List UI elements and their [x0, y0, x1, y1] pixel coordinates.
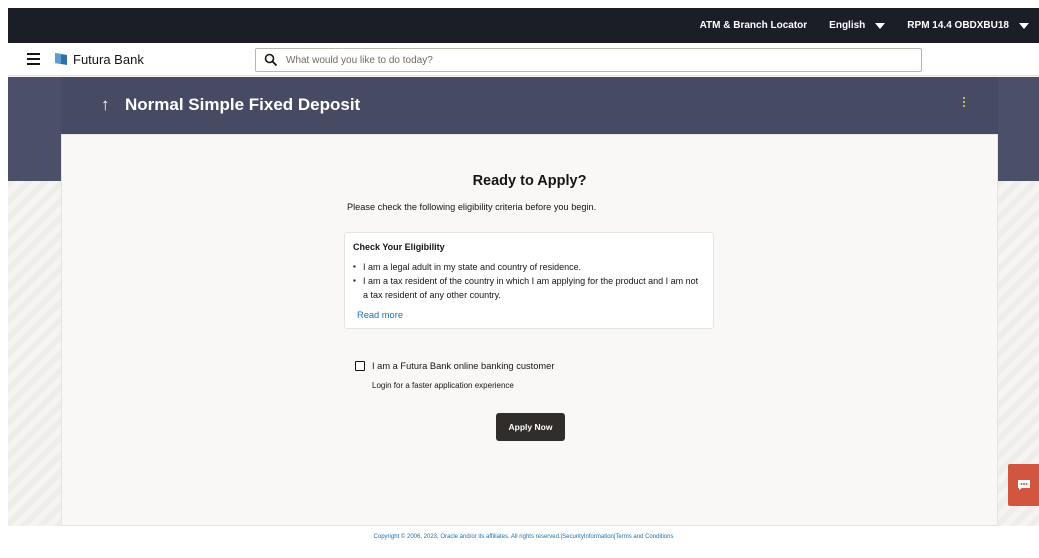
- atm-branch-locator-link[interactable]: ATM & Branch Locator: [700, 20, 808, 31]
- kebab-icon[interactable]: [962, 97, 966, 111]
- hamburger-icon[interactable]: [27, 53, 40, 65]
- footer: Copyright © 2006, 2023, Oracle and/or it…: [8, 526, 1039, 558]
- eligibility-item: I am a tax resident of the country in wh…: [353, 274, 703, 302]
- caret-down-icon: [1019, 22, 1029, 29]
- brand-name: Futura Bank: [73, 52, 144, 67]
- search-box[interactable]: [255, 48, 922, 72]
- login-hint: Login for a faster application experienc…: [372, 381, 514, 390]
- customer-checkbox[interactable]: [355, 361, 365, 371]
- top-bar: ATM & Branch Locator English RPM 14.4 OB…: [8, 8, 1039, 43]
- customer-checkbox-label[interactable]: I am a Futura Bank online banking custom…: [372, 361, 554, 371]
- left-texture: [8, 181, 61, 526]
- eligibility-title: Check Your Eligibility: [353, 242, 445, 252]
- caret-down-icon: [875, 22, 886, 29]
- apply-card: Ready to Apply? Please check the followi…: [61, 134, 998, 526]
- search-input[interactable]: [286, 54, 886, 66]
- eligibility-box: Check Your Eligibility I am a legal adul…: [344, 232, 714, 329]
- customer-checkbox-row[interactable]: I am a Futura Bank online banking custom…: [355, 361, 554, 371]
- footer-copyright[interactable]: Copyright © 2006, 2023, Oracle and/or it…: [374, 534, 674, 540]
- app-frame: ATM & Branch Locator English RPM 14.4 OB…: [8, 8, 1039, 558]
- eligibility-list: I am a legal adult in my state and count…: [353, 260, 703, 302]
- language-selector[interactable]: English: [829, 20, 886, 31]
- apply-now-button[interactable]: Apply Now: [496, 413, 565, 441]
- futura-logo-icon: [55, 53, 67, 65]
- page-title: Normal Simple Fixed Deposit: [125, 95, 361, 114]
- page-banner: ↑ Normal Simple Fixed Deposit: [61, 77, 998, 134]
- read-more-link[interactable]: Read more: [357, 310, 403, 320]
- eligibility-description: Please check the following eligibility c…: [347, 202, 597, 212]
- back-arrow-icon[interactable]: ↑: [101, 95, 110, 115]
- eligibility-item: I am a legal adult in my state and count…: [353, 260, 703, 274]
- chat-button[interactable]: [1008, 464, 1039, 506]
- chat-icon: [1017, 480, 1030, 490]
- search-icon: [264, 53, 278, 67]
- app-header: Futura Bank: [8, 43, 1039, 76]
- language-label: English: [829, 20, 866, 31]
- user-name: RPM 14.4 OBDXBU18: [907, 20, 1009, 31]
- user-menu[interactable]: RPM 14.4 OBDXBU18: [907, 20, 1029, 31]
- ready-heading: Ready to Apply?: [472, 173, 587, 189]
